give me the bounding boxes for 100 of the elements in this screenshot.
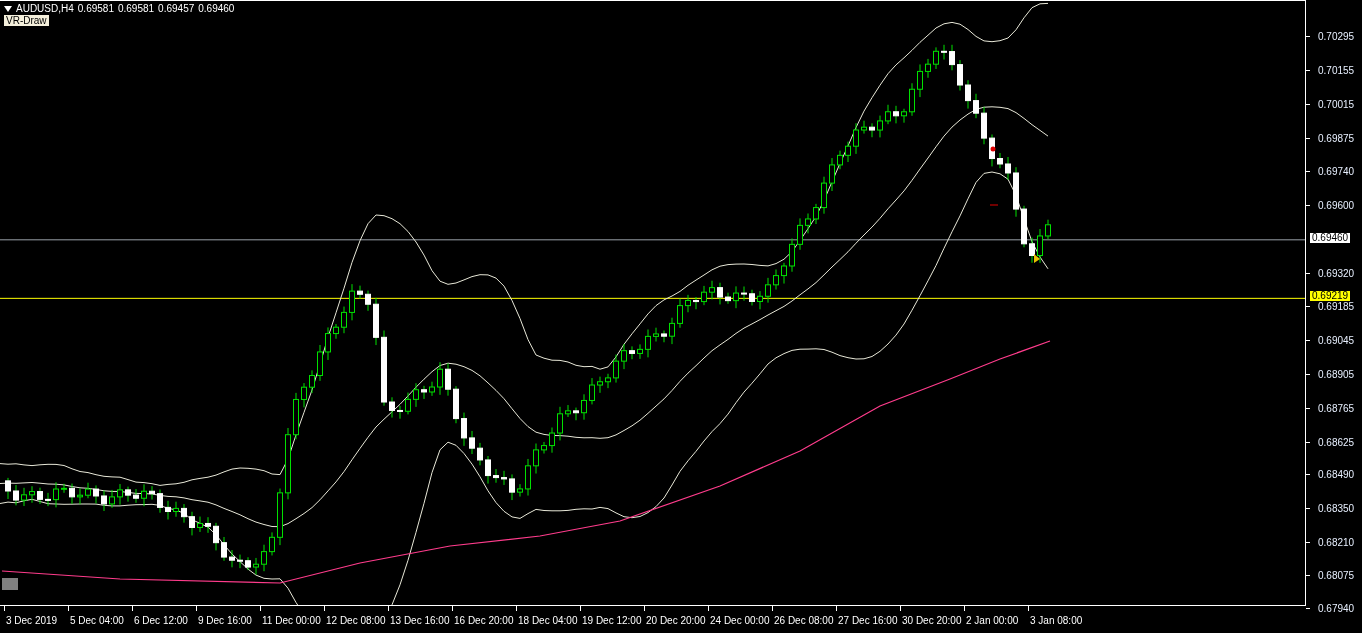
dropdown-triangle-icon[interactable] (4, 5, 12, 12)
time-label: 30 Dec 20:00 (902, 615, 962, 626)
candlestick (373, 297, 379, 346)
candlestick (677, 298, 683, 329)
candlestick (117, 483, 123, 506)
candlestick (197, 516, 203, 533)
candlestick (229, 549, 235, 568)
candlestick (773, 269, 779, 291)
time-label: 6 Dec 12:00 (134, 615, 188, 626)
candlestick (61, 483, 67, 494)
time-label: 26 Dec 08:00 (774, 615, 834, 626)
price-label: 0.69600 (1318, 200, 1355, 211)
time-label: 3 Jan 08:00 (1030, 615, 1083, 626)
price-label: 0.68210 (1318, 538, 1355, 549)
price-label: 0.70155 (1318, 66, 1355, 76)
chart-shift-marker-icon[interactable] (2, 578, 18, 590)
candlestick (181, 503, 187, 524)
candlestick (477, 442, 483, 466)
candlestick (949, 44, 955, 71)
candlestick (733, 285, 739, 309)
candlestick (877, 115, 883, 138)
candlestick (805, 213, 811, 234)
candlestick (717, 282, 723, 305)
candlestick (981, 106, 987, 145)
time-label: 12 Dec 08:00 (326, 615, 386, 626)
candlestick (29, 485, 35, 504)
candlestick (101, 490, 107, 512)
dot-marker (990, 146, 996, 152)
price-label: 0.68075 (1318, 571, 1355, 582)
time-label: 19 Dec 12:00 (582, 615, 642, 626)
candlestick (125, 486, 131, 503)
candlestick (989, 134, 995, 167)
price-label: 0.67940 (1318, 604, 1355, 614)
candlestick (781, 262, 787, 285)
candlestick (565, 404, 571, 418)
ohlc-value: 0.69460 (198, 3, 235, 14)
candlestick (21, 487, 27, 507)
candlestick (573, 407, 579, 421)
candlestick (669, 317, 675, 345)
candlestick (933, 46, 939, 70)
candlestick (237, 554, 243, 569)
time-label: 27 Dec 16:00 (838, 615, 898, 626)
candlestick (741, 286, 747, 302)
candlestick (157, 489, 163, 514)
candlestick (309, 369, 315, 394)
candlestick (149, 485, 155, 501)
ohlc-value: 0.69457 (158, 3, 195, 14)
candlestick (461, 412, 467, 447)
candlestick (509, 473, 515, 501)
candlestick (341, 306, 347, 334)
candlestick (997, 152, 1003, 169)
candlestick (797, 217, 803, 251)
candlestick (445, 362, 451, 397)
candlestick (1021, 205, 1027, 248)
candlestick (597, 376, 603, 394)
candlestick (629, 345, 635, 360)
time-label: 18 Dec 04:00 (518, 615, 578, 626)
candlestick (325, 326, 331, 361)
candlestick (493, 468, 499, 484)
candlestick (165, 500, 171, 520)
candlestick (517, 483, 523, 498)
candlestick (45, 492, 51, 507)
candlestick (525, 458, 531, 497)
candlestick (93, 484, 99, 504)
candlestick (541, 441, 547, 454)
candlestick (533, 443, 539, 474)
price-label: 0.68490 (1318, 470, 1355, 481)
candlestick (37, 487, 43, 505)
candlestick (133, 488, 139, 504)
candlestick (333, 323, 339, 340)
time-label: 16 Dec 20:00 (454, 615, 514, 626)
price-label: 0.68905 (1318, 369, 1355, 380)
candlestick (893, 105, 899, 124)
candlestick (485, 455, 491, 485)
candlestick (685, 294, 691, 313)
candlestick (829, 157, 835, 192)
candlestick (53, 481, 59, 508)
price-marker: 0.69460 (1310, 232, 1351, 243)
price-label: 0.68765 (1318, 403, 1355, 414)
time-label: 9 Dec 16:00 (198, 615, 252, 626)
candlestick (77, 487, 83, 505)
candlestick (581, 393, 587, 421)
candlestick (693, 296, 699, 310)
arrow-marker-icon (1034, 254, 1040, 263)
candlestick (69, 483, 75, 505)
candlestick (221, 536, 227, 562)
candlestick (397, 405, 403, 420)
candlestick (5, 477, 11, 500)
candlestick (293, 392, 299, 440)
time-label: 2 Jan 00:00 (966, 615, 1019, 626)
candlestick (613, 354, 619, 384)
candlestick (1005, 156, 1011, 181)
candlestick (661, 330, 667, 343)
time-label: 3 Dec 2019 (6, 615, 58, 626)
candlestick (549, 427, 555, 454)
candlestick (141, 483, 147, 507)
price-label: 0.70295 (1318, 32, 1355, 42)
candlestick (213, 522, 219, 551)
candlestick (957, 59, 963, 91)
candlestick (1045, 219, 1051, 240)
